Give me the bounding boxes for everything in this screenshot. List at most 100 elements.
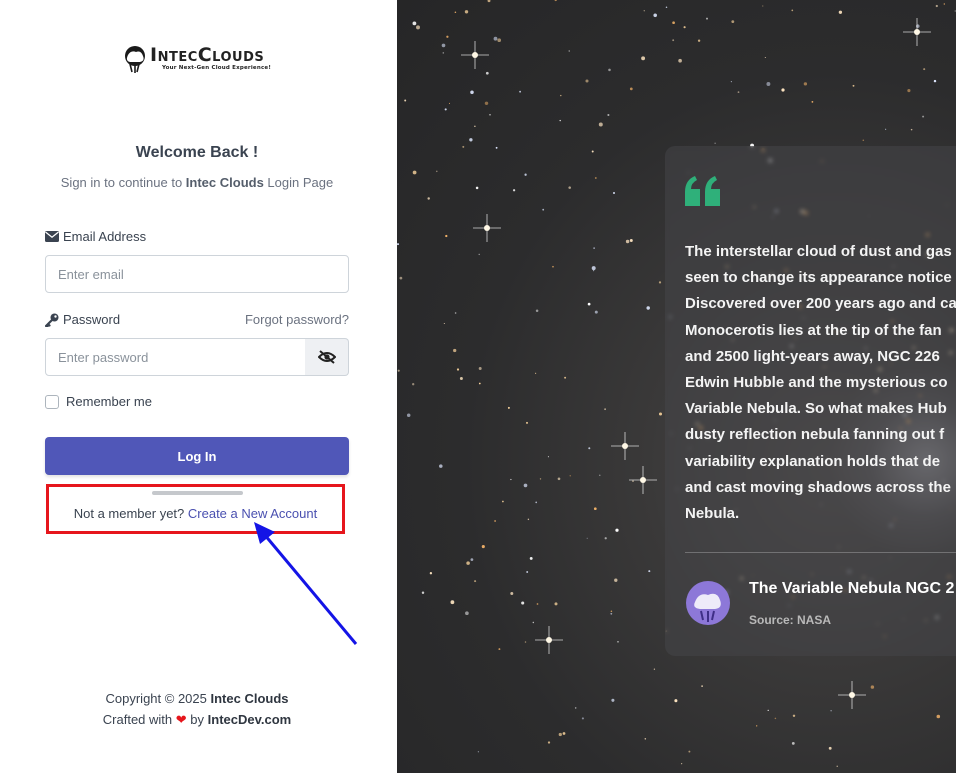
star bbox=[730, 81, 732, 83]
star bbox=[674, 699, 678, 703]
star bbox=[470, 90, 474, 95]
star bbox=[535, 309, 539, 313]
star bbox=[701, 685, 703, 687]
remember-checkbox[interactable] bbox=[45, 394, 59, 409]
star bbox=[454, 312, 457, 314]
bright-star bbox=[535, 626, 563, 654]
star bbox=[416, 25, 420, 30]
star bbox=[459, 377, 463, 380]
star bbox=[646, 306, 650, 310]
crafted-by: by bbox=[186, 712, 208, 727]
star bbox=[594, 177, 597, 179]
star bbox=[470, 558, 474, 561]
star bbox=[653, 668, 656, 670]
testimonial-line: Discovered over 200 years ago and ca bbox=[685, 295, 956, 313]
star bbox=[454, 11, 457, 14]
star bbox=[811, 100, 814, 103]
star bbox=[870, 685, 875, 689]
subtitle-brand: Intec Clouds bbox=[185, 175, 264, 190]
star bbox=[688, 750, 691, 753]
password-input[interactable] bbox=[45, 338, 306, 376]
star bbox=[943, 3, 945, 5]
star bbox=[526, 421, 528, 424]
forgot-password-link[interactable]: Forgot password? bbox=[245, 312, 349, 327]
bright-star bbox=[903, 18, 931, 46]
star bbox=[559, 119, 561, 122]
background-panel: The interstellar cloud of dust and gas s… bbox=[397, 0, 956, 773]
copyright-brand: Intec Clouds bbox=[210, 691, 289, 706]
star bbox=[510, 592, 514, 595]
star bbox=[598, 122, 603, 127]
star bbox=[629, 239, 633, 242]
star bbox=[494, 520, 497, 522]
star bbox=[714, 142, 716, 144]
page-title: Welcome Back ! bbox=[135, 144, 259, 161]
toggle-password-button[interactable] bbox=[305, 338, 349, 376]
testimonial-line: Edwin Hubble and the mysterious co bbox=[685, 374, 948, 392]
star bbox=[830, 710, 832, 712]
star bbox=[838, 10, 843, 14]
star bbox=[604, 537, 607, 540]
brand-tagline: Your Next-Gen Cloud Experience! bbox=[162, 65, 272, 71]
star bbox=[611, 698, 615, 702]
star bbox=[852, 84, 855, 87]
star bbox=[478, 253, 480, 256]
star bbox=[443, 322, 445, 325]
quote-icon bbox=[685, 176, 720, 206]
star bbox=[474, 580, 477, 583]
star bbox=[658, 281, 662, 284]
star bbox=[935, 4, 938, 8]
star bbox=[641, 56, 646, 61]
page-subtitle: Sign in to continue to Intec Clouds Logi… bbox=[0, 175, 394, 190]
star bbox=[477, 751, 480, 753]
password-label: Password bbox=[45, 312, 120, 327]
star bbox=[836, 765, 838, 767]
card-divider bbox=[685, 552, 956, 553]
star bbox=[466, 561, 470, 565]
star bbox=[591, 266, 596, 271]
star bbox=[399, 276, 403, 280]
star bbox=[678, 58, 682, 63]
star bbox=[481, 545, 485, 549]
star bbox=[465, 611, 469, 616]
star bbox=[737, 91, 740, 93]
testimonial-line: seen to change its appearance notice bbox=[685, 269, 952, 287]
star bbox=[610, 610, 613, 613]
email-input[interactable] bbox=[45, 255, 349, 293]
testimonial-line: variability explanation holds that de bbox=[685, 452, 941, 470]
key-icon bbox=[45, 313, 59, 327]
crafted-with: Crafted with ❤ by IntecDev.com bbox=[0, 712, 394, 728]
star bbox=[665, 6, 668, 8]
star bbox=[648, 570, 651, 573]
star bbox=[697, 39, 701, 42]
author-avatar bbox=[686, 581, 730, 625]
star bbox=[547, 741, 551, 744]
testimonial-title: The Variable Nebula NGC 2 bbox=[749, 580, 955, 597]
star bbox=[574, 707, 577, 709]
star bbox=[474, 125, 476, 127]
email-label-text: Email Address bbox=[63, 229, 147, 244]
star bbox=[593, 247, 595, 249]
star bbox=[568, 186, 571, 189]
star bbox=[672, 21, 675, 25]
testimonial-line: Nebula. bbox=[685, 505, 740, 523]
star bbox=[512, 189, 516, 192]
star bbox=[644, 738, 647, 740]
eye-slash-icon bbox=[317, 350, 336, 364]
bright-star bbox=[611, 432, 639, 460]
star bbox=[658, 412, 663, 416]
testimonial-line: and 2500 light-years away, NGC 226 bbox=[685, 347, 940, 365]
cloud-logo-icon bbox=[125, 46, 145, 73]
star bbox=[706, 17, 708, 20]
login-button[interactable]: Log In bbox=[45, 437, 349, 475]
star bbox=[412, 383, 415, 386]
star bbox=[756, 725, 758, 727]
star bbox=[885, 128, 887, 130]
star bbox=[529, 556, 533, 560]
star bbox=[442, 52, 445, 54]
star bbox=[427, 197, 430, 200]
brand-name: IntecClouds bbox=[150, 44, 265, 66]
testimonial-line: The interstellar cloud of dust and gas bbox=[685, 243, 952, 260]
star bbox=[615, 528, 619, 532]
star bbox=[524, 173, 527, 176]
